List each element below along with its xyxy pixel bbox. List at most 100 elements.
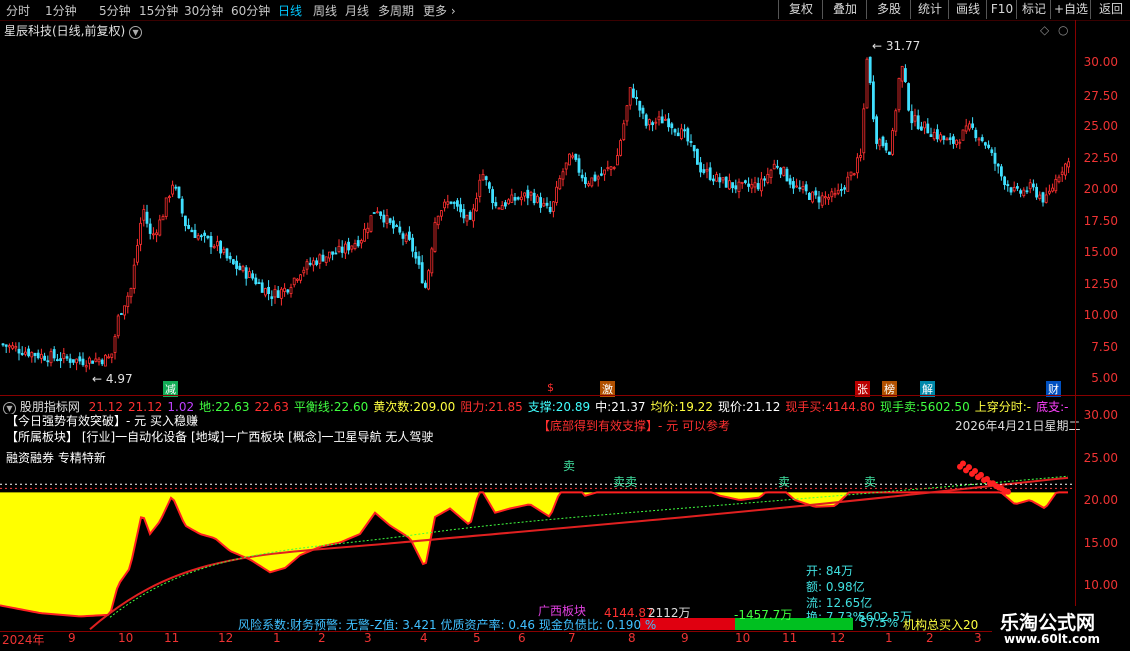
candle-body — [417, 256, 421, 265]
candle-body — [187, 224, 191, 229]
candle-body — [321, 254, 325, 262]
candle-body — [820, 195, 824, 206]
signal-text: 【今日强势有效突破】- 元 买入稳赚 — [6, 414, 198, 428]
tab-daily[interactable]: 日线 — [278, 2, 302, 19]
candle-body — [305, 261, 309, 270]
candle-body — [788, 178, 792, 185]
candle-body — [632, 88, 635, 98]
tab-weekly[interactable]: 周线 — [313, 2, 337, 19]
candle-body — [1019, 190, 1022, 194]
candle-body — [1051, 187, 1054, 192]
candle-body — [814, 190, 818, 196]
indicator-value-label: 中: — [595, 400, 612, 414]
date-tick: 8 — [628, 631, 636, 645]
candle-body — [72, 359, 75, 363]
candle-body — [859, 155, 862, 158]
indicator-value-8: 支撑:20.89 — [528, 400, 590, 414]
event-marker-dollar[interactable]: $ — [545, 381, 556, 394]
indicator-panel[interactable]: ▼ 股朋指标网 21.12 21.12 1.02 地:22.63 22.63 平衡线:22… — [0, 396, 1130, 636]
ind-tick: 15.00 — [1083, 536, 1118, 550]
candle-body — [724, 176, 728, 188]
bottom-support-tip: 【底部得到有效支撑】- 元 可以参考 — [538, 419, 730, 433]
indicator-value-label: 地: — [199, 400, 216, 414]
diejia-button[interactable]: 叠加 — [822, 0, 867, 19]
candle-body — [689, 141, 693, 143]
candle-body — [385, 215, 389, 224]
biaoji-button[interactable]: 标记 — [1016, 0, 1051, 19]
candle-body — [171, 184, 175, 195]
tab-30min[interactable]: 30分钟 — [184, 2, 223, 19]
candle-body — [728, 180, 731, 190]
candle-body — [196, 235, 200, 240]
candle-body — [795, 185, 798, 188]
candle-body — [1016, 186, 1019, 189]
candle-body — [1025, 190, 1029, 193]
stat-open: 开: 84万 — [806, 562, 853, 579]
tongji-button[interactable]: 统计 — [910, 0, 949, 19]
candle-body — [894, 110, 898, 132]
candle-body — [443, 201, 447, 209]
candle-body — [283, 287, 287, 292]
candle-body — [948, 137, 952, 141]
candle-body — [327, 251, 331, 259]
candle-body — [497, 207, 501, 210]
candle-body — [526, 189, 530, 199]
candle-body — [33, 352, 37, 356]
date-tick: 12 — [218, 631, 234, 645]
candle-body — [88, 357, 91, 364]
candle-body — [382, 214, 386, 223]
stat-value: 84万 — [825, 564, 854, 578]
indicator-value-9: 中:21.37 — [595, 400, 645, 414]
tab-1min[interactable]: 1分钟 — [45, 2, 77, 19]
duogu-button[interactable]: 多股 — [866, 0, 911, 19]
tab-60min[interactable]: 60分钟 — [231, 2, 270, 19]
add-watchlist-button[interactable]: +自选 — [1050, 0, 1091, 19]
candle-body — [913, 115, 917, 122]
date-tick: 6 — [518, 631, 526, 645]
candle-body — [337, 245, 341, 252]
tab-multi-period[interactable]: 多周期 — [378, 2, 414, 19]
candle-body — [942, 135, 946, 140]
f10-button[interactable]: F10 — [986, 0, 1017, 19]
candle-body — [881, 136, 885, 146]
candle-body — [334, 252, 338, 255]
candle-body — [75, 358, 78, 364]
candle-body — [135, 245, 139, 263]
candle-body — [715, 174, 718, 182]
candle-body — [235, 260, 239, 269]
tab-monthly[interactable]: 月线 — [345, 2, 369, 19]
candle-body — [404, 234, 408, 242]
candle-body — [225, 248, 229, 259]
date-tick: 11 — [782, 631, 798, 645]
candle-body — [1044, 194, 1048, 203]
fuquan-button[interactable]: 复权 — [778, 0, 823, 19]
tab-fenshi[interactable]: 分时 — [6, 2, 30, 19]
sell-label: 卖 — [864, 475, 877, 489]
candle-body — [411, 237, 415, 252]
candle-body — [510, 194, 514, 203]
candle-body — [430, 248, 434, 274]
price-tick: 25.00 — [1083, 119, 1118, 133]
candle-body — [513, 197, 517, 201]
tab-more[interactable]: 更多 › — [423, 2, 456, 19]
kline-chart[interactable] — [0, 20, 1075, 395]
candle-body — [455, 200, 459, 207]
candle-body — [17, 348, 21, 354]
candle-body — [996, 163, 1000, 167]
tab-15min[interactable]: 15分钟 — [139, 2, 178, 19]
candlestick-panel[interactable]: 星辰科技(日线,前复权) ▼ ◇ ○ 30.00 27.50 25.00 22.… — [0, 20, 1130, 397]
date-tick: 3 — [364, 631, 372, 645]
candle-body — [395, 225, 399, 227]
date-tick: 1 — [885, 631, 893, 645]
candle-body — [126, 295, 130, 307]
candle-body — [238, 265, 242, 271]
tab-5min[interactable]: 5分钟 — [99, 2, 131, 19]
candle-body — [49, 351, 53, 364]
candle-body — [648, 119, 651, 126]
huaxian-button[interactable]: 画线 — [948, 0, 987, 19]
back-button[interactable]: 返回 — [1090, 0, 1130, 19]
candle-body — [11, 345, 15, 349]
candle-body — [308, 262, 312, 265]
candle-body — [955, 139, 958, 145]
high-price-label: ← 31.77 — [872, 39, 921, 53]
